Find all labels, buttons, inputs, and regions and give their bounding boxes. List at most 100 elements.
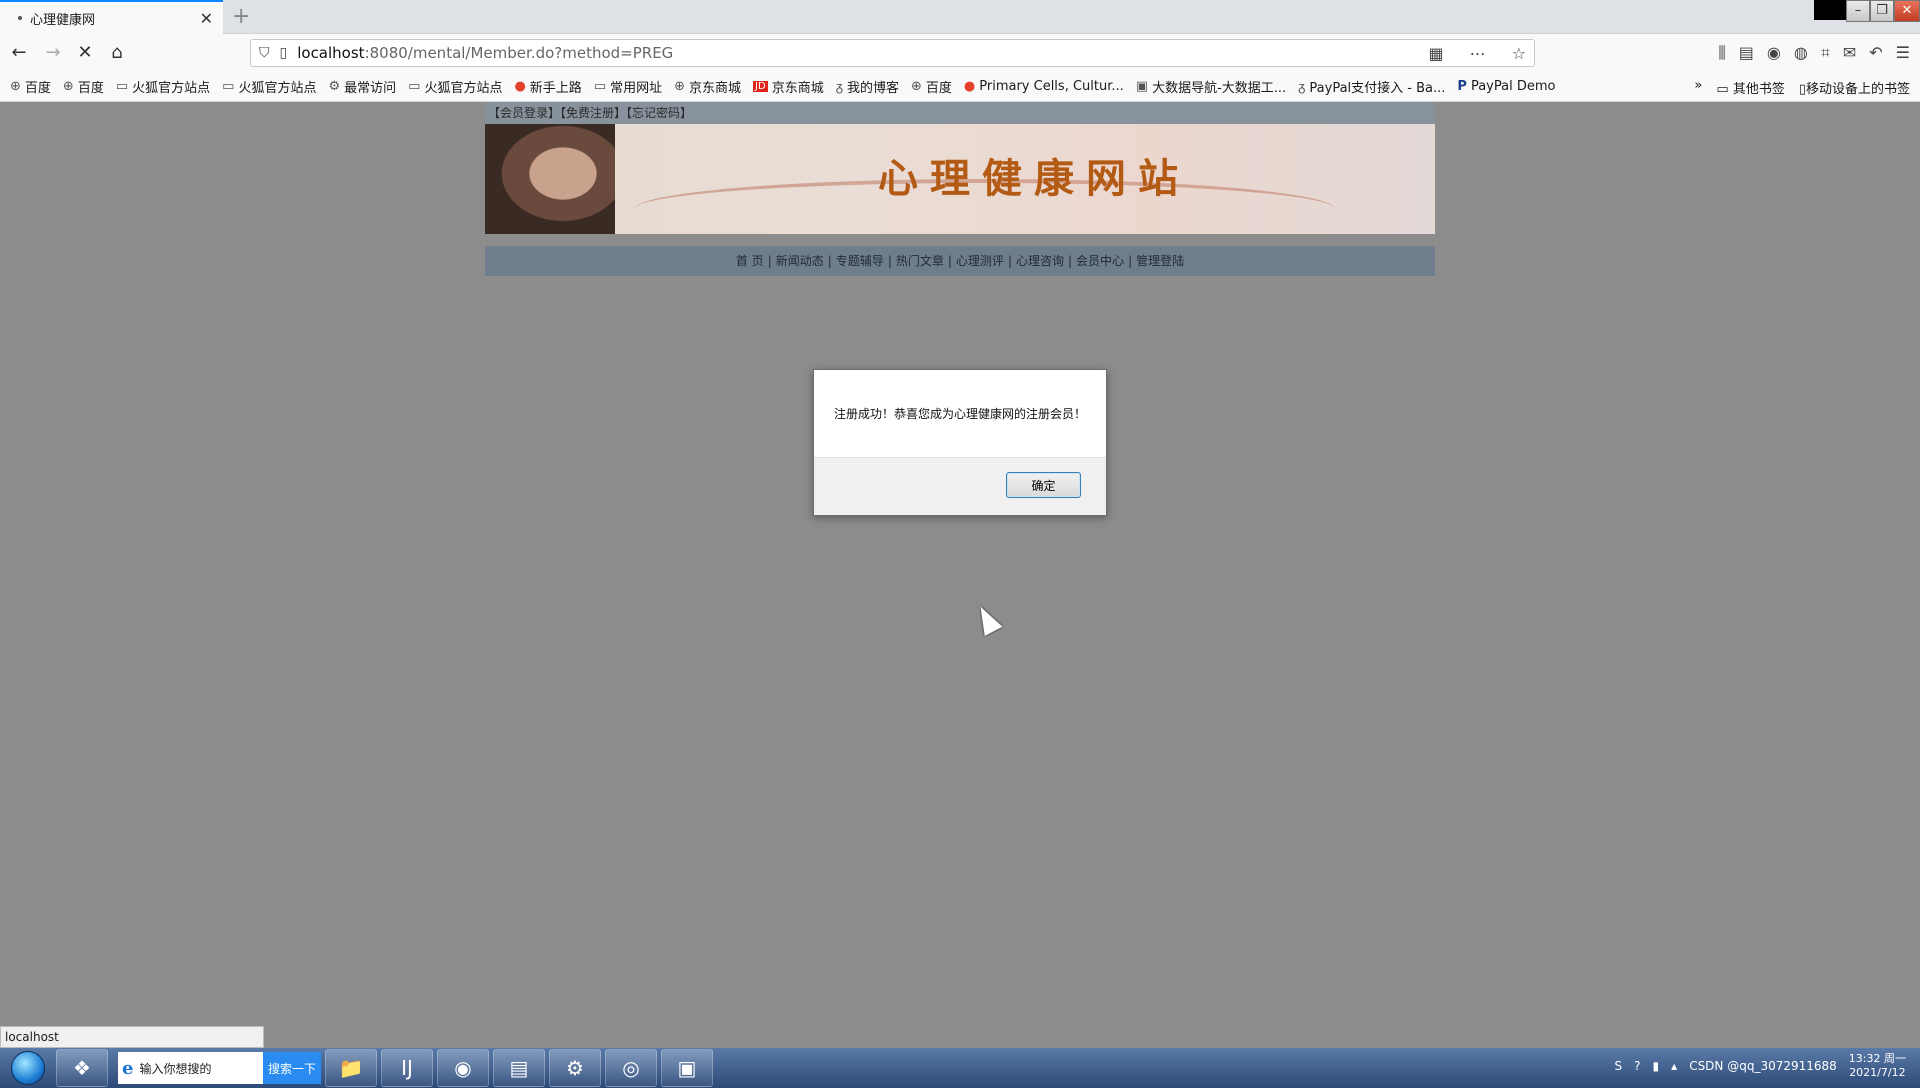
bookmark-item[interactable]: ⊕ 百度 — [63, 77, 104, 96]
url-host: localhost — [297, 44, 365, 62]
nav-link[interactable]: 管理登陆 — [1136, 254, 1184, 268]
nav-link[interactable]: 心理咨询 — [1016, 254, 1064, 268]
bookmark-item[interactable]: ▣ 大数据导航-大数据工... — [1136, 77, 1286, 96]
taskbar-search-input[interactable]: e 输入你想搜的 — [118, 1052, 263, 1084]
chevron-more-icon[interactable]: » — [1694, 78, 1702, 97]
url-bar[interactable]: ⛉ ▯ localhost :8080/mental/Member.do?met… — [250, 39, 1535, 67]
bookmark-item[interactable]: ● 新手上路 — [514, 77, 581, 96]
stop-button[interactable]: ✕ — [72, 41, 98, 67]
globe-icon: ⊕ — [10, 79, 21, 94]
bookmark-item[interactable]: ⊕ 百度 — [10, 77, 51, 96]
other-bookmarks[interactable]: ▭ 其他书签 — [1716, 78, 1784, 97]
bookmark-item[interactable]: ⚙ 最常访问 — [328, 77, 396, 96]
site-banner: 心理健康网站 — [485, 124, 1435, 234]
page-viewport: 【会员登录】【免费注册】【忘记密码】 心理健康网站 首 页 | 新闻动态 | 专题辅导 |… — [0, 102, 1920, 1048]
nav-separator: | — [827, 254, 832, 268]
close-window-button[interactable]: ✕ — [1894, 0, 1920, 22]
toolbar-right: ⫼ ▤ ◉ ◍ ⌗ ✉ ↶ ☰ — [1718, 43, 1910, 63]
tab-title: 心理健康网 — [30, 12, 96, 28]
bookmark-label: 火狐官方站点 — [424, 81, 503, 96]
sogou-icon[interactable]: S — [1615, 1059, 1623, 1073]
page-icon: ▯ — [279, 45, 288, 61]
taskbar-app-explorer-icon[interactable]: ▤ — [493, 1049, 545, 1087]
nav-separator: | — [887, 254, 892, 268]
undo-icon[interactable]: ↶ — [1869, 43, 1882, 63]
qr-code-icon[interactable]: ▦ — [1429, 44, 1444, 63]
bookmark-item[interactable]: ▭ 火狐官方站点 — [222, 77, 316, 96]
clock-time: 13:32 周一 — [1848, 1052, 1906, 1065]
globe-icon: ⊕ — [674, 79, 686, 94]
folder-icon: ▭ — [408, 79, 421, 94]
globe-icon: ⊕ — [62, 79, 74, 94]
bookmark-label: 火狐官方站点 — [132, 81, 211, 96]
bookmark-item[interactable]: ⊕ 百度 — [911, 77, 952, 96]
start-button[interactable] — [0, 1048, 56, 1088]
nav-separator: | — [1068, 254, 1073, 268]
clock[interactable]: 13:32 周一 2021/7/12 — [1849, 1052, 1906, 1080]
bookmark-label: Primary Cells, Cultur... — [979, 79, 1124, 94]
globe-extension-icon[interactable]: ◍ — [1794, 43, 1808, 63]
nav-link[interactable]: 专题辅导 — [836, 254, 884, 268]
bookmark-label: PayPal支付接入 - Ba... — [1309, 81, 1446, 96]
crop-icon[interactable]: ⌗ — [1821, 43, 1830, 63]
nav-link[interactable]: 新闻动态 — [776, 254, 824, 268]
bookmark-item[interactable]: ▭ 火狐官方站点 — [116, 77, 210, 96]
ok-button[interactable]: 确定 — [1006, 472, 1081, 498]
tray-watermark: CSDN @qq_3072911688 — [1689, 1059, 1837, 1073]
menu-icon[interactable]: ☰ — [1896, 43, 1910, 63]
system-tray: S ? ▮ ▴ CSDN @qq_3072911688 13:32 周一 202… — [1615, 1052, 1906, 1080]
bookmark-star-icon[interactable]: ☆ — [1512, 44, 1526, 63]
nav-bar: ← → ✕ ⌂ ⛉ ▯ localhost :8080/mental/Membe… — [0, 34, 1920, 72]
close-tab-icon[interactable]: ✕ — [200, 9, 213, 28]
bookmark-item[interactable]: ▭ 火狐官方站点 — [408, 77, 502, 96]
bookmark-item[interactable]: ⊕ 京东商城 — [674, 77, 741, 96]
nav-link[interactable]: 会员中心 — [1076, 254, 1124, 268]
new-tab-button[interactable]: + — [232, 4, 250, 29]
account-icon[interactable]: ◉ — [1767, 43, 1781, 63]
banner-portrait — [485, 124, 615, 234]
taskbar-app-firefox-icon[interactable]: ◉ — [437, 1049, 489, 1087]
folder-icon: ▭ — [115, 79, 129, 94]
bookmark-item[interactable]: ᵹ 我的博客 — [835, 77, 899, 97]
nav-link[interactable]: 热门文章 — [896, 254, 944, 268]
home-button[interactable]: ⌂ — [104, 41, 130, 67]
maximize-button[interactable]: ❐ — [1870, 0, 1894, 22]
forward-button[interactable]: → — [40, 41, 66, 67]
blog-icon: ᵹ — [835, 79, 843, 95]
taskbar-app-chrome-icon[interactable]: ◎ — [605, 1049, 657, 1087]
tray-arrow-icon[interactable]: ▴ — [1671, 1059, 1677, 1073]
tab-active[interactable]: 心理健康网 ✕ — [0, 0, 223, 34]
bookmark-item[interactable]: ▭ 常用网址 — [594, 77, 662, 96]
mobile-bookmarks[interactable]: ▯移动设备上的书签 — [1799, 78, 1910, 97]
taskbar-search-button[interactable]: 搜索一下 — [263, 1052, 321, 1084]
more-actions-icon[interactable]: ⋯ — [1470, 44, 1486, 63]
blog-icon: ᵹ — [1298, 79, 1306, 95]
nav-link[interactable]: 心理测评 — [956, 254, 1004, 268]
tab-bar: 心理健康网 ✕ + – ❐ ✕ — [0, 0, 1920, 34]
mobile-bookmarks-label: 移动设备上的书签 — [1805, 82, 1910, 97]
help-icon[interactable]: ? — [1634, 1059, 1640, 1073]
back-button[interactable]: ← — [6, 41, 32, 67]
taskbar-app-windows-icon[interactable]: ❖ — [56, 1049, 108, 1087]
battery-icon[interactable]: ▮ — [1653, 1059, 1660, 1073]
bookmark-item[interactable]: ● Primary Cells, Cultur... — [964, 79, 1124, 94]
globe-icon: ⊕ — [910, 79, 922, 94]
bookmark-label: 火狐官方站点 — [238, 81, 317, 96]
taskbar-app-orange-icon[interactable]: ⚙ — [549, 1049, 601, 1087]
taskbar-app-terminal-icon[interactable]: ▣ — [661, 1049, 713, 1087]
paypal-icon: P — [1457, 79, 1467, 94]
minimize-button[interactable]: – — [1846, 0, 1870, 22]
taskbar-app-intellij-icon[interactable]: IJ — [381, 1049, 433, 1087]
folder-icon: ▭ — [593, 79, 607, 94]
taskbar-app-folder-icon[interactable]: 📁 — [325, 1049, 377, 1087]
bookmark-item[interactable]: ᵹ PayPal支付接入 - Ba... — [1298, 77, 1446, 97]
bookmark-item[interactable]: JD 京东商城 — [753, 77, 824, 96]
bookmark-label: 大数据导航-大数据工... — [1152, 81, 1287, 96]
bookmark-item[interactable]: P PayPal Demo — [1457, 79, 1555, 94]
member-links[interactable]: 【会员登录】【免费注册】【忘记密码】 — [485, 102, 1435, 124]
sidebar-icon[interactable]: ▤ — [1739, 43, 1754, 63]
nav-link[interactable]: 首 页 — [736, 254, 764, 268]
chat-icon[interactable]: ✉ — [1843, 43, 1856, 63]
shield-icon[interactable]: ⛉ — [259, 45, 270, 61]
library-icon[interactable]: ⫼ — [1718, 43, 1725, 63]
